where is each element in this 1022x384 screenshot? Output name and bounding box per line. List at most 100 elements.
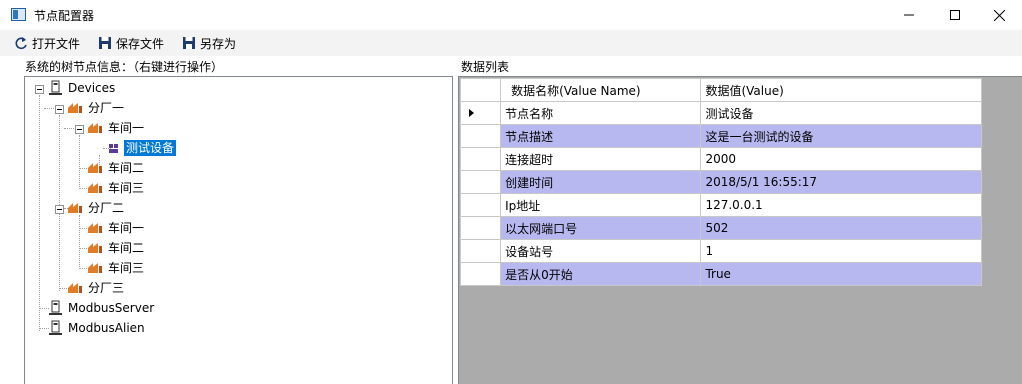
tree-node-label: 车间一 <box>108 121 145 135</box>
row-header[interactable] <box>459 193 502 217</box>
tree-node-label: 分厂一 <box>88 101 125 115</box>
workshop-icon <box>87 240 103 256</box>
tree-node-label: 车间三 <box>108 181 145 195</box>
row-header[interactable] <box>459 101 502 125</box>
tree-node-label: 车间二 <box>108 241 145 255</box>
cell-value[interactable]: 127.0.0.1 <box>700 193 982 217</box>
grid-corner-cell <box>459 78 502 102</box>
redo-arrow-icon <box>15 37 27 50</box>
cell-name[interactable]: 设备站号 <box>500 239 702 263</box>
computer-icon <box>47 300 63 316</box>
maximize-button[interactable] <box>932 0 978 30</box>
workshop-icon <box>87 220 103 236</box>
row-header[interactable] <box>459 124 502 148</box>
workshop-icon <box>87 180 103 196</box>
window-title: 节点配置器 <box>34 9 95 23</box>
open-file-button[interactable]: 打开文件 <box>14 35 80 51</box>
factory-icon <box>67 100 83 116</box>
factory-icon <box>67 280 83 296</box>
grid-header-row: 数据名称(Value Name) 数据值(Value) <box>459 78 982 102</box>
tree-node-factory-2[interactable]: 分厂二 <box>67 199 126 217</box>
cell-value[interactable]: 502 <box>700 216 982 240</box>
factory-icon <box>67 200 83 216</box>
current-row-icon <box>469 109 474 117</box>
save-file-label: 保存文件 <box>116 36 165 51</box>
minimize-icon <box>904 14 914 16</box>
cell-name[interactable]: 节点名称 <box>500 101 702 125</box>
cell-name[interactable]: 连接超时 <box>500 147 702 171</box>
tree-node-label: 分厂二 <box>88 201 125 215</box>
table-row[interactable]: Ip地址 127.0.0.1 <box>459 193 982 217</box>
save-as-icon <box>183 37 195 49</box>
save-file-button[interactable]: 保存文件 <box>98 35 164 51</box>
tree-node-modbus-alien[interactable]: ModbusAlien <box>47 319 147 337</box>
workshop-icon <box>87 260 103 276</box>
cell-value[interactable]: 2000 <box>700 147 982 171</box>
close-icon <box>993 9 1005 21</box>
close-button[interactable] <box>976 0 1022 30</box>
cell-value[interactable]: 1 <box>700 239 982 263</box>
column-header-value[interactable]: 数据值(Value) <box>700 78 982 102</box>
tree-node-test-device[interactable]: 测试设备 <box>105 139 177 157</box>
cell-name[interactable]: 创建时间 <box>500 170 702 194</box>
save-icon <box>99 37 111 49</box>
collapse-f2-toggle[interactable] <box>55 205 64 214</box>
tree-node-label: 车间三 <box>108 261 145 275</box>
minimize-button[interactable] <box>886 0 932 30</box>
tree-node-factory-3[interactable]: 分厂三 <box>67 279 126 297</box>
collapse-root-toggle[interactable] <box>35 85 44 94</box>
tree-node-workshop-1[interactable]: 车间一 <box>87 119 146 137</box>
tree-node-modbus-server[interactable]: ModbusServer <box>47 299 156 317</box>
app-icon <box>11 8 26 21</box>
save-as-button[interactable]: 另存为 <box>182 35 236 51</box>
cell-name[interactable]: 节点描述 <box>500 124 702 148</box>
tree-node-workshop-1[interactable]: 车间一 <box>87 219 146 237</box>
data-table: 数据名称(Value Name) 数据值(Value) 节点名称 测试设备 节点… <box>459 78 982 286</box>
tree-node-label: 测试设备 <box>124 140 177 156</box>
table-row[interactable]: 创建时间 2018/5/1 16:55:17 <box>459 170 982 194</box>
tree-node-workshop-3[interactable]: 车间三 <box>87 259 146 277</box>
table-row[interactable]: 设备站号 1 <box>459 239 982 263</box>
workshop-icon <box>87 160 103 176</box>
row-header[interactable] <box>459 170 502 194</box>
tree-node-label: 车间二 <box>108 161 145 175</box>
collapse-f1-toggle[interactable] <box>55 105 64 114</box>
cell-value[interactable]: 2018/5/1 16:55:17 <box>700 170 982 194</box>
computer-icon <box>47 80 63 96</box>
cell-name[interactable]: 是否从0开始 <box>500 262 702 286</box>
tree-node-devices[interactable]: Devices <box>47 79 117 97</box>
tree-node-workshop-2[interactable]: 车间二 <box>87 239 146 257</box>
tree-node-label: ModbusAlien <box>68 321 145 335</box>
tree-node-label: ModbusServer <box>68 301 155 315</box>
device-icon <box>105 140 121 156</box>
tree-node-label: 车间一 <box>108 221 145 235</box>
computer-icon <box>47 320 63 336</box>
cell-name[interactable]: Ip地址 <box>500 193 702 217</box>
tree-panel-label: 系统的树节点信息：（右键进行操作） <box>25 60 224 74</box>
data-grid[interactable]: 数据名称(Value Name) 数据值(Value) 节点名称 测试设备 节点… <box>458 76 1022 384</box>
tree-node-factory-1[interactable]: 分厂一 <box>67 99 126 117</box>
row-header[interactable] <box>459 147 502 171</box>
cell-name[interactable]: 以太网端口号 <box>500 216 702 240</box>
table-row[interactable]: 节点名称 测试设备 <box>459 101 982 125</box>
collapse-f1-w1-toggle[interactable] <box>75 125 84 134</box>
open-file-label: 打开文件 <box>32 36 81 51</box>
cell-value[interactable]: 这是一台测试的设备 <box>700 124 982 148</box>
table-row[interactable]: 节点描述 这是一台测试的设备 <box>459 124 982 148</box>
row-header[interactable] <box>459 239 502 263</box>
row-header[interactable] <box>459 262 502 286</box>
row-header[interactable] <box>459 216 502 240</box>
column-header-name[interactable]: 数据名称(Value Name) <box>500 78 702 102</box>
tree-view[interactable]: Devices 分厂一 车间一 测试设备 车间二 车间三 分厂二 车间一 车间二… <box>24 76 453 384</box>
cell-value[interactable]: 测试设备 <box>700 101 982 125</box>
save-as-label: 另存为 <box>200 36 237 51</box>
tree-node-workshop-2[interactable]: 车间二 <box>87 159 146 177</box>
table-row[interactable]: 连接超时 2000 <box>459 147 982 171</box>
grid-panel-label: 数据列表 <box>461 60 510 74</box>
tree-node-label: 分厂三 <box>88 281 125 295</box>
toolbar: 打开文件 保存文件 另存为 <box>0 30 1022 56</box>
tree-node-workshop-3[interactable]: 车间三 <box>87 179 146 197</box>
table-row[interactable]: 是否从0开始 True <box>459 262 982 286</box>
cell-value[interactable]: True <box>700 262 982 286</box>
table-row[interactable]: 以太网端口号 502 <box>459 216 982 240</box>
